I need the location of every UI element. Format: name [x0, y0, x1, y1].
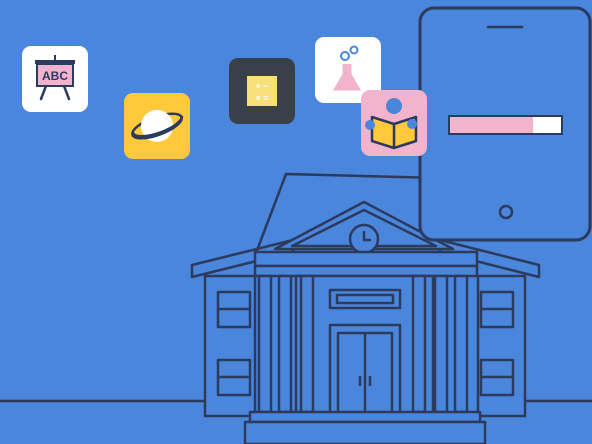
reading-student-icon — [361, 90, 427, 156]
abc-label: ABC — [42, 69, 68, 83]
scene-svg: ABC + − × = — [0, 6, 592, 444]
steps — [248, 410, 482, 424]
svg-text:+ −: + − — [255, 81, 268, 91]
progress-bar-fill — [450, 117, 533, 133]
planet-icon — [124, 93, 190, 159]
illustration: ABC + − × = — [0, 0, 592, 444]
abc-easel-icon: ABC — [22, 46, 88, 112]
smartphone — [418, 6, 592, 242]
svg-text:× =: × = — [255, 93, 268, 103]
calculator-icon: + − × = — [229, 58, 295, 124]
entablature — [253, 250, 479, 268]
